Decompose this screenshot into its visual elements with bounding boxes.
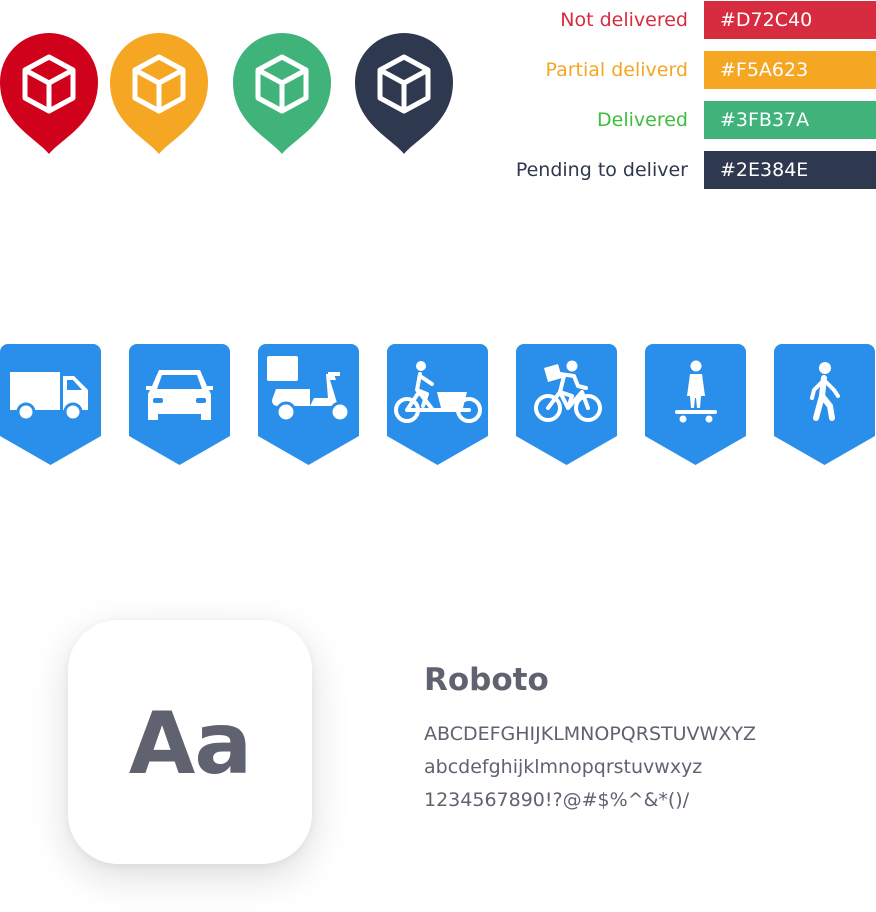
typography-sample-text: Aa [128, 694, 253, 794]
legend-label: Delivered [597, 109, 688, 131]
package-box-icon [233, 33, 331, 154]
walking-person-icon [774, 344, 875, 465]
color-swatch: #3FB37A [704, 101, 876, 139]
vehicle-pin-van [0, 344, 101, 465]
glyphs-lowercase: abcdefghijklmnopqrstuvwxyz [424, 756, 703, 778]
vehicle-pin-bicycle-courier [516, 344, 617, 465]
skateboard-icon [645, 344, 746, 465]
legend-label: Not delivered [560, 9, 688, 31]
color-swatch: #F5A623 [704, 51, 876, 89]
legend-row-pending: Pending to deliver #2E384E [500, 151, 876, 189]
font-name-heading: Roboto [424, 662, 549, 698]
vehicle-pin-walking [774, 344, 875, 465]
status-pin-partial-delivered [110, 33, 208, 154]
legend-row-delivered: Delivered #3FB37A [500, 101, 876, 139]
vehicle-pin-skateboard [645, 344, 746, 465]
color-swatch: #2E384E [704, 151, 876, 189]
scooter-icon [258, 344, 359, 465]
package-box-icon [0, 33, 98, 154]
status-pin-not-delivered [0, 33, 98, 154]
legend-label: Pending to deliver [515, 159, 688, 181]
package-box-icon [355, 33, 453, 154]
vehicle-pin-car [129, 344, 230, 465]
legend-label: Partial deliverd [545, 59, 688, 81]
glyphs-uppercase: ABCDEFGHIJKLMNOPQRSTUVWXYZ [424, 723, 756, 745]
car-icon [129, 344, 230, 465]
typography-sample-card: Aa [68, 620, 312, 864]
van-icon [0, 344, 101, 465]
color-swatch: #D72C40 [704, 1, 876, 39]
package-box-icon [110, 33, 208, 154]
status-pin-delivered [233, 33, 331, 154]
status-pin-pending [355, 33, 453, 154]
vehicle-pin-scooter [258, 344, 359, 465]
legend-row-not-delivered: Not delivered #D72C40 [500, 1, 876, 39]
bicycle-courier-icon [516, 344, 617, 465]
legend-row-partial-delivered: Partial deliverd #F5A623 [500, 51, 876, 89]
glyphs-symbols: 1234567890!?@#$%^&*()/ [424, 789, 690, 811]
vehicle-pin-cargo-bike [387, 344, 488, 465]
cargo-bike-icon [387, 344, 488, 465]
